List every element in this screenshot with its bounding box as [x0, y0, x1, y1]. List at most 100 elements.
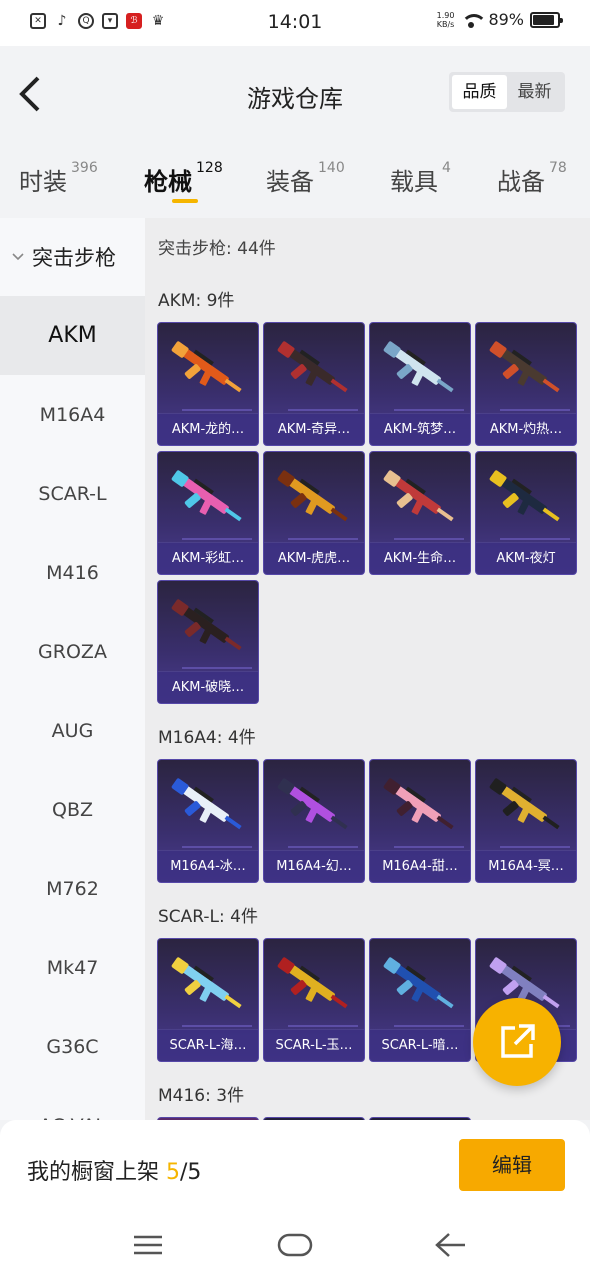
section-title: M416: 3件: [158, 1086, 245, 1106]
sidebar-item-aug[interactable]: AUG: [0, 691, 145, 770]
menu-icon: [134, 1235, 162, 1255]
sidebar-group-assault-rifles[interactable]: 突击步枪: [0, 218, 145, 296]
tab-vehicles[interactable]: 载具 4: [390, 160, 451, 197]
weapon-type-sidebar: 突击步枪 AKM M16A4 SCAR-L M416 GROZA AUG QBZ…: [0, 218, 145, 1120]
sidebar-item-qbz[interactable]: QBZ: [0, 770, 145, 849]
rifle-icon: [383, 778, 454, 830]
weapon-skin-card[interactable]: M16A4-冥…: [475, 759, 577, 883]
weapon-skin-card[interactable]: SCAR-L-玉…: [263, 938, 365, 1062]
system-back-button[interactable]: [431, 1230, 471, 1260]
sidebar-item-groza[interactable]: GROZA: [0, 612, 145, 691]
chevron-down-icon: [12, 253, 24, 261]
sidebar-item-ac-val[interactable]: AC-VAL: [0, 1086, 145, 1121]
tab-count: 78: [549, 160, 567, 176]
weapon-skin-card[interactable]: AKM-奇异…: [263, 322, 365, 446]
sidebar-item-mk47[interactable]: Mk47: [0, 928, 145, 1007]
tab-label: 战备: [497, 168, 545, 196]
weapon-skin-name: AKM-奇异…: [264, 413, 364, 445]
card-glow: [288, 538, 358, 540]
card-glow: [182, 846, 252, 848]
rifle-icon: [171, 778, 242, 830]
card-glow: [182, 409, 252, 411]
back-icon: [435, 1233, 465, 1257]
weapon-skin-card[interactable]: AKM-生命…: [369, 451, 471, 575]
category-tabs: 时装 396 枪械 128 装备 140 载具 4 战备 78: [0, 142, 590, 218]
showcase-bar: 我的橱窗上架 5/5 编辑: [0, 1120, 590, 1210]
battery-level: [533, 14, 555, 25]
showcase-total: /5: [180, 1160, 202, 1185]
weapon-skin-name: AKM-虎虎…: [264, 542, 364, 574]
system-indicators: 1.90 KB/s 89%: [436, 10, 563, 29]
rifle-icon: [383, 957, 454, 1009]
tab-equipment[interactable]: 装备 140: [266, 160, 345, 197]
system-nav-bar: [0, 1210, 590, 1280]
tab-label: 装备: [266, 168, 314, 196]
rifle-icon: [489, 470, 560, 522]
tab-count: 128: [196, 160, 223, 176]
sort-toggle: 品质 最新: [449, 72, 565, 112]
weapon-skin-name: AKM-彩虹…: [158, 542, 258, 574]
card-glow: [288, 409, 358, 411]
card-glow: [394, 1025, 464, 1027]
weapon-skin-card[interactable]: M16A4-冰…: [157, 759, 259, 883]
section-title: SCAR-L: 4件: [158, 907, 258, 927]
sidebar-item-scar-l[interactable]: SCAR-L: [0, 454, 145, 533]
showcase-status: 我的橱窗上架 5/5: [27, 1154, 201, 1186]
weapon-skin-name: AKM-筑梦…: [370, 413, 470, 445]
weapon-skin-card[interactable]: AKM-灼热…: [475, 322, 577, 446]
weapon-skin-name: SCAR-L-玉…: [264, 1029, 364, 1061]
recent-apps-button[interactable]: [128, 1230, 168, 1260]
weapon-skin-card[interactable]: AKM-筑梦…: [369, 322, 471, 446]
tab-guns[interactable]: 枪械 128: [144, 160, 223, 197]
sidebar-item-m762[interactable]: M762: [0, 849, 145, 928]
weapon-skin-name: AKM-龙的…: [158, 413, 258, 445]
weapon-skin-name: SCAR-L-海…: [158, 1029, 258, 1061]
weapon-skin-name: AKM-夜灯: [476, 542, 576, 574]
sidebar-item-m416[interactable]: M416: [0, 533, 145, 612]
sort-quality-button[interactable]: 品质: [452, 75, 507, 109]
sidebar-item-g36c[interactable]: G36C: [0, 1007, 145, 1086]
weapon-skin-name: AKM-破晓…: [158, 671, 258, 703]
edit-button[interactable]: 编辑: [459, 1139, 565, 1191]
share-button[interactable]: [473, 998, 561, 1086]
card-glow: [182, 1025, 252, 1027]
weapon-skin-card[interactable]: SCAR-L-暗…: [369, 938, 471, 1062]
wifi-icon: [460, 12, 488, 28]
tab-supplies[interactable]: 战备 78: [497, 160, 567, 197]
weapon-skin-card[interactable]: M16A4-甜…: [369, 759, 471, 883]
tab-count: 4: [442, 160, 451, 176]
rifle-icon: [277, 778, 348, 830]
share-external-icon: [501, 1024, 535, 1058]
section-title: M16A4: 4件: [158, 728, 256, 748]
rifle-icon: [277, 957, 348, 1009]
weapon-skin-card[interactable]: AKM-彩虹…: [157, 451, 259, 575]
sort-newest-button[interactable]: 最新: [507, 75, 562, 109]
card-glow: [394, 846, 464, 848]
rifle-icon: [171, 470, 242, 522]
home-button[interactable]: [275, 1230, 315, 1260]
weapon-skin-card[interactable]: M16A4-幻…: [263, 759, 365, 883]
battery-icon: [530, 11, 563, 28]
sidebar-item-m16a4[interactable]: M16A4: [0, 375, 145, 454]
sidebar-group-label: 突击步枪: [32, 246, 116, 270]
showcase-label: 我的橱窗上架: [27, 1160, 160, 1185]
weapon-skin-card[interactable]: SCAR-L-海…: [157, 938, 259, 1062]
weapon-skin-name: AKM-灼热…: [476, 413, 576, 445]
rifle-icon: [383, 341, 454, 393]
weapon-skin-card[interactable]: AKM-破晓…: [157, 580, 259, 704]
network-speed: 1.90 KB/s: [436, 10, 455, 29]
tab-label: 时装: [19, 168, 67, 196]
card-glow: [500, 538, 570, 540]
weapon-skin-card[interactable]: AKM-夜灯: [475, 451, 577, 575]
weapon-grid-panel: 突击步枪: 44件 AKM: 9件 AKM-龙的… AKM-奇异… AKM-筑梦… AK…: [145, 218, 590, 1120]
tab-count: 396: [71, 160, 98, 176]
weapon-skin-card[interactable]: AKM-龙的…: [157, 322, 259, 446]
weapon-skin-card[interactable]: AKM-虎虎…: [263, 451, 365, 575]
card-glow: [394, 409, 464, 411]
sidebar-item-akm[interactable]: AKM: [0, 296, 145, 375]
weapon-skin-name: M16A4-冰…: [158, 850, 258, 882]
card-glow: [288, 846, 358, 848]
card-glow: [500, 846, 570, 848]
tab-fashion[interactable]: 时装 396: [19, 160, 98, 197]
rifle-icon: [171, 957, 242, 1009]
